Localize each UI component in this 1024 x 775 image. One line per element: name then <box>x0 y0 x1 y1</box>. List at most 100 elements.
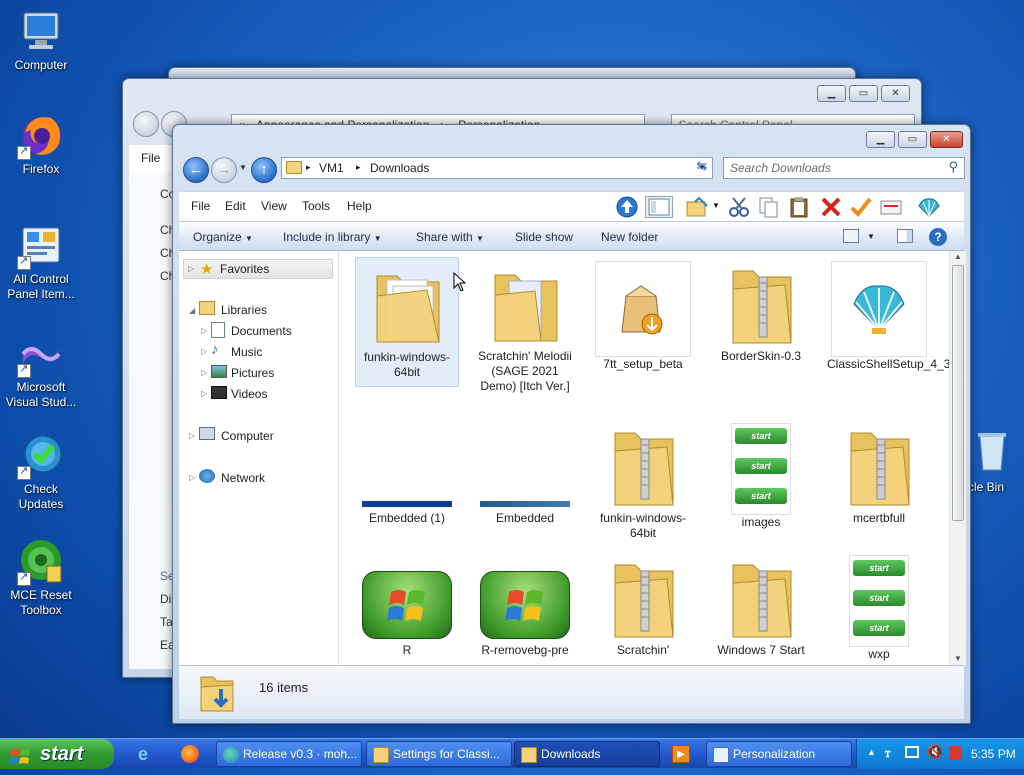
volume-muted-icon[interactable]: 🔇 <box>927 744 943 760</box>
expand-arrow-icon[interactable]: ▷ <box>188 264 194 273</box>
view-options-icon[interactable] <box>843 229 859 243</box>
slide-show-button[interactable]: Slide show <box>515 230 573 244</box>
nav-videos[interactable]: Videos <box>231 387 267 401</box>
action-center-icon[interactable] <box>949 746 961 760</box>
scrollbar-thumb[interactable] <box>952 265 964 521</box>
collapse-arrow-icon[interactable]: ◢ <box>189 306 195 315</box>
address-bar[interactable]: ▸ VM1 ▸ Downloads ▼ <box>281 157 713 179</box>
maximize-button[interactable]: ▭ <box>849 85 878 102</box>
new-folder-button[interactable]: New folder <box>601 230 658 244</box>
menu-help[interactable]: Help <box>347 199 372 213</box>
file-item[interactable]: Scratchin' Melodii (SAGE 2021 Demo) [Itc… <box>473 257 577 394</box>
internet-explorer-icon[interactable]: e <box>138 744 148 765</box>
checkmark-icon[interactable] <box>849 196 873 218</box>
minimize-button[interactable]: ▁ <box>866 131 895 148</box>
menu-tools[interactable]: Tools <box>302 199 330 213</box>
minimize-button[interactable]: ▁ <box>817 85 846 102</box>
back-button[interactable]: ← <box>183 157 209 183</box>
scroll-up-arrow-icon[interactable]: ▲ <box>954 252 962 261</box>
include-in-library-button[interactable]: Include in library ▼ <box>283 230 382 244</box>
search-input[interactable]: Search Downloads ⚲ <box>723 157 965 179</box>
file-item[interactable]: BorderSkin-0.3 <box>709 257 813 364</box>
nav-libraries[interactable]: Libraries <box>221 303 267 317</box>
file-item[interactable]: Scratchin' <box>591 551 695 658</box>
maximize-button[interactable]: ▭ <box>898 131 927 148</box>
expand-arrow-icon[interactable]: ▷ <box>189 431 195 440</box>
menu-view[interactable]: View <box>261 199 287 213</box>
file-item[interactable]: Embedded <box>473 501 577 526</box>
menu-file[interactable]: File <box>141 151 160 165</box>
nav-network[interactable]: Network <box>221 471 265 485</box>
media-player-icon[interactable]: ▶ <box>672 745 690 763</box>
desktop-icon-visual-studio[interactable]: Microsoft Visual Stud... <box>0 330 82 410</box>
file-item[interactable]: funkin-windows-64bit <box>355 257 459 387</box>
downloads-window[interactable]: ▁ ▭ ✕ ← → ▼ ↑ ▸ VM1 ▸ Downloads ▼ ⇆ Sear… <box>172 124 971 724</box>
folder-check-icon[interactable] <box>685 196 709 218</box>
file-item[interactable]: start start start wxp <box>827 551 931 662</box>
taskbar-item[interactable]: Release v0.3 · moh... <box>216 741 362 767</box>
nav-pictures[interactable]: Pictures <box>231 366 274 380</box>
share-with-button[interactable]: Share with ▼ <box>416 230 484 244</box>
refresh-button[interactable]: ⇆ <box>691 158 713 178</box>
desktop-icon-control-panel[interactable]: All Control Panel Item... <box>0 222 82 302</box>
taskbar-item[interactable]: Settings for Classi... <box>366 741 512 767</box>
desktop-icon-mce-reset[interactable]: MCE Reset Toolbox <box>0 538 82 618</box>
expand-arrow-icon[interactable]: ▷ <box>201 368 207 377</box>
file-item[interactable]: 7tt_setup_beta <box>591 257 695 372</box>
nav-computer[interactable]: Computer <box>221 429 274 443</box>
forward-button[interactable]: → <box>211 157 237 183</box>
close-button[interactable]: ✕ <box>930 131 963 148</box>
up-button[interactable]: ↑ <box>251 157 277 183</box>
breadcrumb-separator[interactable]: ▸ <box>306 162 311 173</box>
copy-icon[interactable] <box>757 196 781 218</box>
breadcrumb-downloads[interactable]: Downloads <box>370 161 429 175</box>
dropdown-icon[interactable]: ▼ <box>712 201 720 210</box>
vertical-scrollbar[interactable]: ▲ ▼ <box>949 251 966 665</box>
file-item[interactable]: R-removebg-pre <box>473 571 577 658</box>
nav-music[interactable]: Music <box>231 345 262 359</box>
taskbar-item[interactable]: Downloads <box>514 741 660 767</box>
file-item[interactable]: R <box>355 571 459 658</box>
desktop-icon-firefox[interactable]: Firefox <box>0 112 82 177</box>
menu-edit[interactable]: Edit <box>225 199 246 213</box>
view-dropdown-icon[interactable]: ▼ <box>867 232 875 241</box>
expand-arrow-icon[interactable]: ▷ <box>189 473 195 482</box>
scroll-down-arrow-icon[interactable]: ▼ <box>954 654 962 663</box>
classic-shell-icon[interactable] <box>917 196 941 218</box>
file-item[interactable]: start start start images <box>709 419 813 530</box>
breadcrumb-vm1[interactable]: VM1 <box>319 161 344 175</box>
expand-arrow-icon[interactable]: ▷ <box>201 389 207 398</box>
file-item[interactable]: funkin-windows-64bit <box>591 419 695 541</box>
menu-file[interactable]: File <box>191 199 210 213</box>
desktop-icon-check-updates[interactable]: Check Updates <box>0 432 82 512</box>
back-button[interactable] <box>133 111 159 137</box>
start-button[interactable]: start <box>0 739 114 769</box>
expand-arrow-icon[interactable]: ▷ <box>201 326 207 335</box>
paste-icon[interactable] <box>787 196 811 218</box>
properties-icon[interactable] <box>879 196 903 218</box>
network-icon[interactable] <box>905 746 919 758</box>
file-item[interactable]: mcertbfull <box>827 419 931 526</box>
preview-pane-icon[interactable] <box>645 196 673 218</box>
organize-button[interactable]: Organize ▼ <box>193 230 253 244</box>
nav-favorites[interactable]: ▷ ★ Favorites <box>183 259 333 279</box>
language-bar-icon[interactable]: ꭲ <box>885 745 890 761</box>
close-button[interactable]: ✕ <box>881 85 910 102</box>
help-icon[interactable]: ? <box>929 228 947 246</box>
expand-arrow-icon[interactable]: ▷ <box>201 347 207 356</box>
cut-icon[interactable] <box>727 196 751 218</box>
show-hidden-icons-icon[interactable]: ▲ <box>867 747 876 757</box>
up-arrow-icon[interactable] <box>615 196 639 218</box>
clock[interactable]: 5:35 PM <box>971 747 1016 761</box>
firefox-icon[interactable] <box>181 745 199 763</box>
file-item[interactable]: Embedded (1) <box>355 501 459 526</box>
breadcrumb-separator[interactable]: ▸ <box>356 162 361 173</box>
recent-pages-dropdown-icon[interactable]: ▼ <box>239 163 247 172</box>
preview-pane-toggle-icon[interactable] <box>897 229 913 243</box>
file-item[interactable]: Windows 7 Start <box>709 551 813 658</box>
file-list[interactable]: funkin-windows-64bit Scratchin' Melodii … <box>339 251 966 665</box>
delete-icon[interactable] <box>819 196 843 218</box>
file-item[interactable]: ClassicShellSetup_4_3_1 <box>827 257 964 372</box>
taskbar-item[interactable]: Personalization <box>706 741 852 767</box>
desktop-icon-computer[interactable]: Computer <box>0 8 82 73</box>
